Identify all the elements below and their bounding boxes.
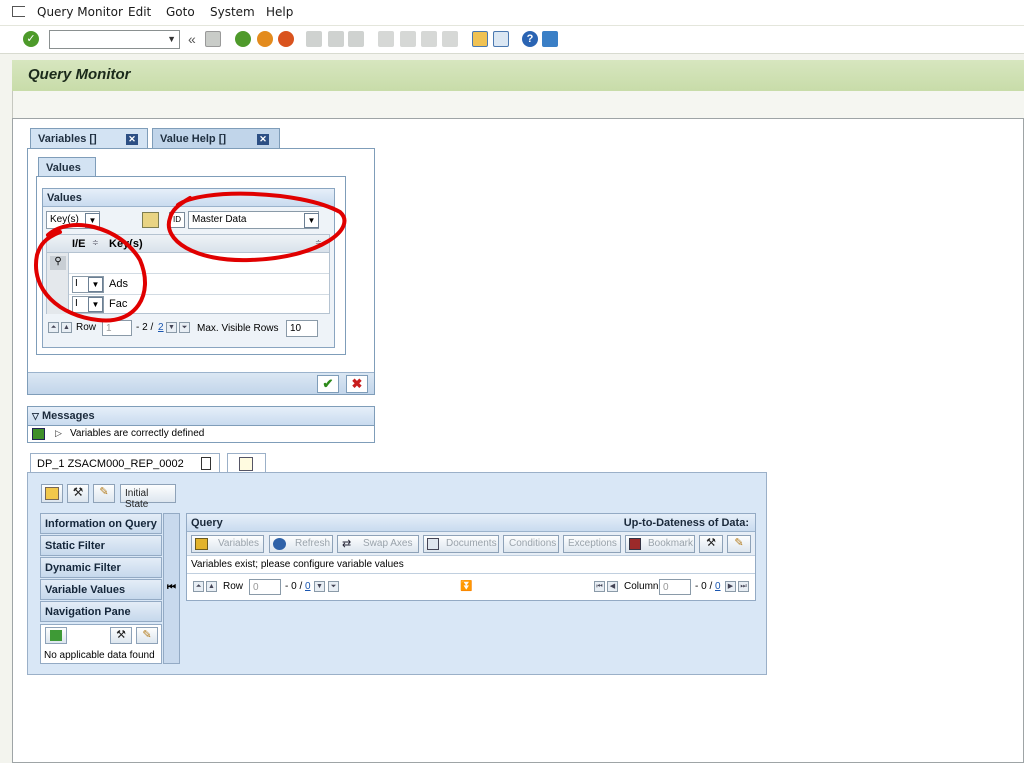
annotation-circle-ie xyxy=(33,223,147,323)
annotation-circle-master-data xyxy=(166,191,347,263)
annotation-overlay xyxy=(33,191,347,323)
